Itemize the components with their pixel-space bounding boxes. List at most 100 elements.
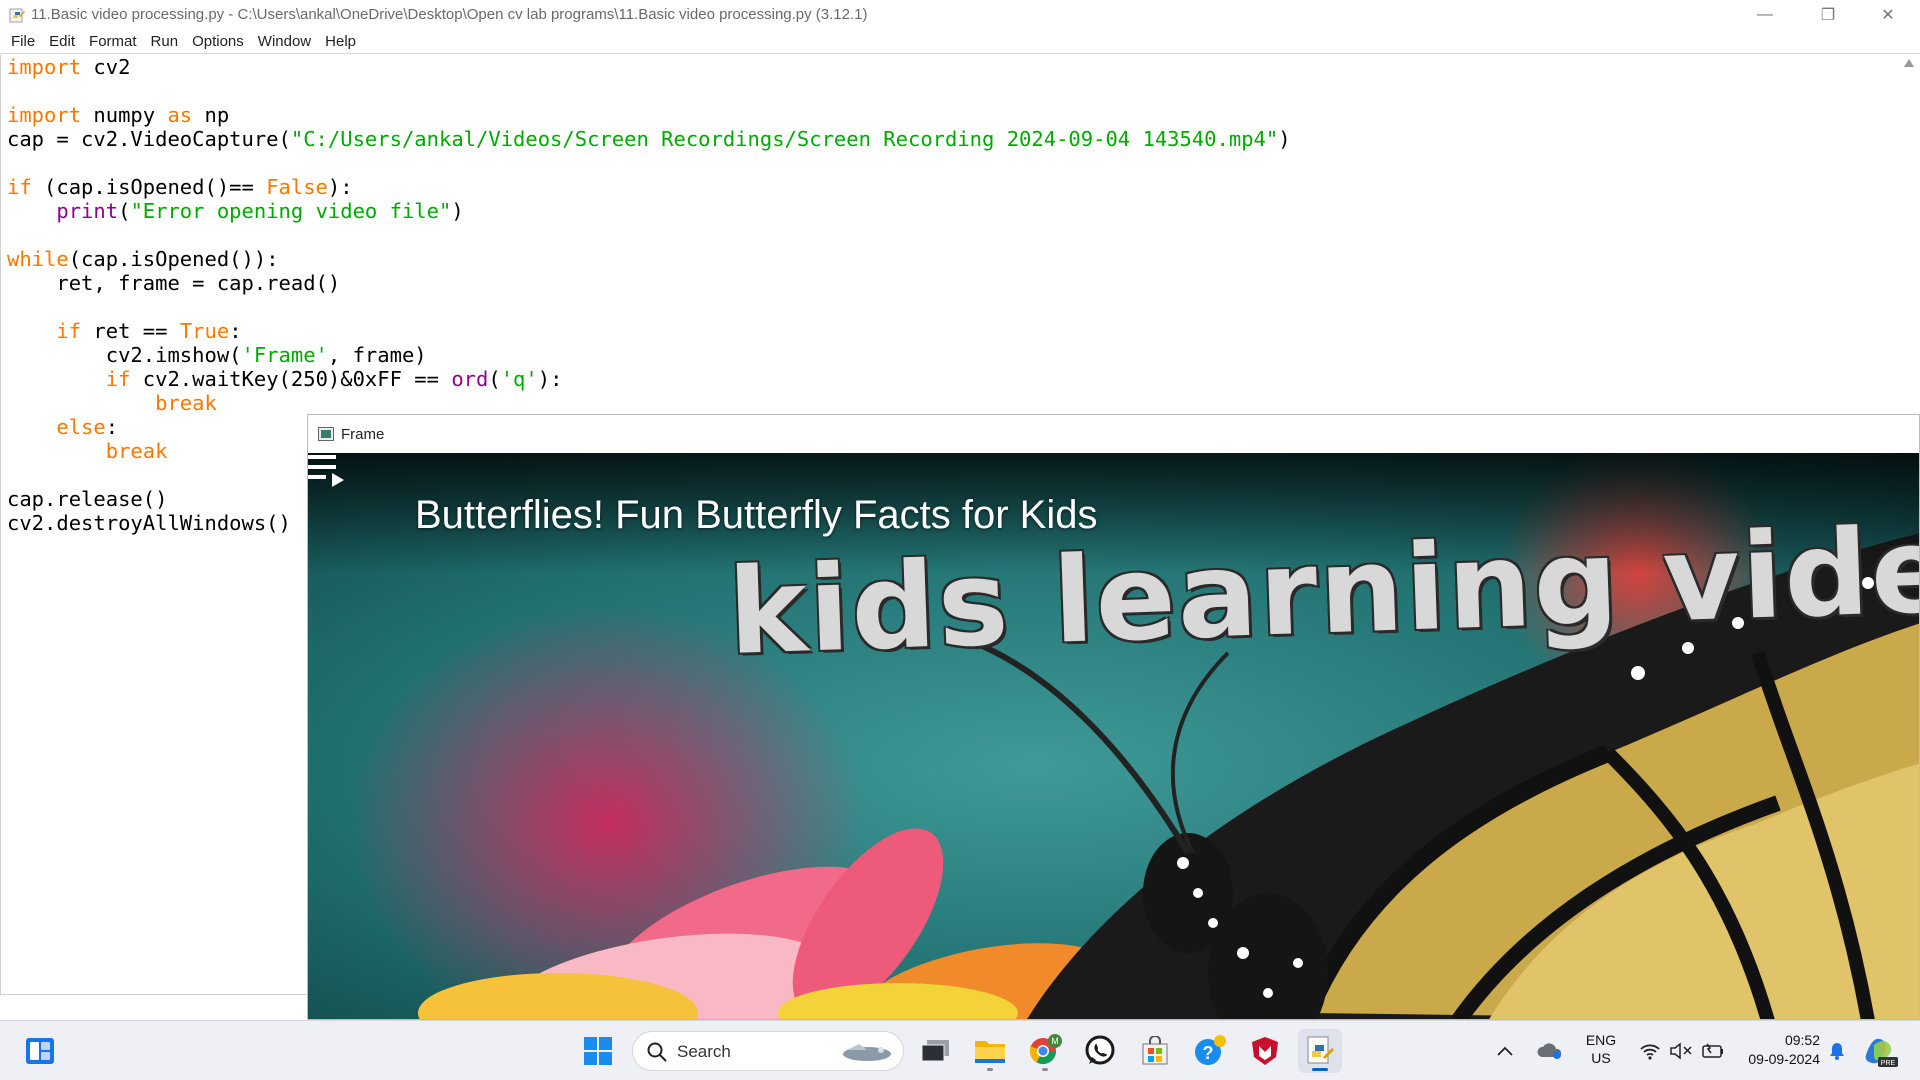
code-token: cv2.imshow( [7, 343, 242, 367]
start-button[interactable] [576, 1029, 620, 1073]
code-token: if [56, 319, 82, 343]
code-line[interactable]: cv2.imshow('Frame', frame) [7, 343, 1291, 367]
code-token: ( [118, 199, 131, 223]
menu-window[interactable]: Window [251, 31, 318, 52]
menu-format[interactable]: Format [82, 31, 144, 52]
clock[interactable]: 09:52 09-09-2024 [1728, 1031, 1820, 1069]
python-idle-taskbar-button[interactable] [1298, 1029, 1342, 1073]
bell-icon [1830, 1043, 1844, 1060]
restore-icon: ❐ [1820, 6, 1836, 24]
copilot-icon: PRE [1865, 1038, 1898, 1067]
chevron-up-icon [1497, 1046, 1513, 1056]
frame-window-title: Frame [341, 425, 385, 443]
code-line[interactable] [7, 295, 1291, 319]
copilot-preview-badge: PRE [1881, 1060, 1896, 1067]
menu-file[interactable]: File [4, 31, 42, 52]
menu-options[interactable]: Options [185, 31, 251, 52]
code-token: "Error opening video file" [130, 199, 452, 223]
battery-charging-icon [1702, 1043, 1723, 1058]
whatsapp-icon [1085, 1035, 1115, 1065]
code-token: break [105, 439, 168, 463]
folder-icon [975, 1041, 1005, 1063]
restore-button[interactable]: ❐ [1800, 0, 1856, 29]
code-token: "C:/Users/ankal/Videos/Screen Recordings… [290, 127, 1279, 151]
code-token: cap.release() [7, 487, 168, 511]
code-line[interactable]: import numpy as np [7, 103, 1291, 127]
get-help-button[interactable]: ? [1188, 1029, 1232, 1073]
code-line[interactable]: while(cap.isOpened()): [7, 247, 1291, 271]
code-line[interactable]: if (cap.isOpened()== False): [7, 175, 1291, 199]
mcafee-button[interactable] [1243, 1029, 1287, 1073]
code-line[interactable] [7, 151, 1291, 175]
menu-edit[interactable]: Edit [42, 31, 82, 52]
code-token: while [7, 247, 69, 271]
language-indicator[interactable]: ENG US [1578, 1031, 1624, 1067]
menu-help[interactable]: Help [318, 31, 363, 52]
chrome-icon: M [1029, 1034, 1062, 1065]
notifications-button[interactable] [1822, 1029, 1852, 1073]
minimize-icon: — [1757, 5, 1773, 23]
running-indicator [1042, 1068, 1048, 1071]
menu-run[interactable]: Run [144, 31, 186, 52]
code-line[interactable]: break [7, 391, 1291, 415]
whatsapp-button[interactable] [1078, 1029, 1122, 1073]
onedrive-cloud-icon [1537, 1043, 1562, 1059]
code-token: , frame) [327, 343, 427, 367]
code-token: cv2.destroyAllWindows() [7, 511, 291, 535]
code-line[interactable]: if cv2.waitKey(250)&0xFF == ord('q'): [7, 367, 1291, 391]
svg-text:?: ? [1203, 1043, 1214, 1063]
running-indicator [987, 1068, 993, 1071]
code-line[interactable]: cap = cv2.VideoCapture("C:/Users/ankal/V… [7, 127, 1291, 151]
close-icon: ✕ [1881, 6, 1895, 24]
code-token: ): [537, 367, 563, 391]
code-line[interactable]: import cv2 [7, 55, 1291, 79]
code-token: else [56, 415, 106, 439]
widgets-icon [26, 1038, 54, 1064]
taskbar-search-box[interactable]: Search [632, 1031, 904, 1071]
microsoft-store-button[interactable] [1133, 1029, 1177, 1073]
code-token: import [7, 103, 82, 127]
code-line[interactable]: print("Error opening video file") [7, 199, 1291, 223]
code-token: ret == [81, 319, 180, 343]
quick-settings-button[interactable] [1632, 1029, 1732, 1073]
language-label: ENG [1585, 1032, 1617, 1048]
code-token: ( [488, 367, 501, 391]
minimize-button[interactable]: — [1737, 0, 1793, 29]
video-title: Butterflies! Fun Butterfly Facts for Kid… [415, 493, 1098, 537]
code-line[interactable] [7, 223, 1291, 247]
code-token: if [105, 367, 131, 391]
scroll-up-arrow-icon[interactable] [1904, 59, 1914, 67]
active-indicator [1312, 1068, 1328, 1071]
search-label: Search [677, 1042, 731, 1061]
video-frame: kids learning videos pres Butterflies! F… [308, 453, 1919, 1019]
clock-date: 09-09-2024 [1748, 1051, 1820, 1067]
chrome-button[interactable]: M [1023, 1029, 1067, 1073]
show-hidden-icons-button[interactable] [1490, 1029, 1520, 1073]
task-view-button[interactable] [914, 1029, 958, 1073]
code-line[interactable] [7, 79, 1291, 103]
onedrive-button[interactable] [1532, 1029, 1568, 1073]
code-token: import [7, 55, 82, 79]
file-explorer-button[interactable] [968, 1029, 1012, 1073]
mcafee-shield-icon [1252, 1037, 1278, 1065]
code-token: cv2 [81, 55, 131, 79]
code-token: ord [451, 367, 489, 391]
copilot-button[interactable]: PRE [1860, 1029, 1900, 1073]
close-button[interactable]: ✕ [1860, 0, 1916, 29]
frame-window[interactable]: Frame kids learning videos Butterflies! … [307, 414, 1920, 1020]
code-token: as [167, 103, 193, 127]
window-title: 11.Basic video processing.py - C:\Users\… [31, 6, 868, 23]
code-line[interactable]: if ret == True: [7, 319, 1291, 343]
frame-titlebar[interactable]: Frame [308, 415, 1919, 453]
chrome-profile-badge: M [1051, 1036, 1059, 1046]
region-label: US [1591, 1050, 1611, 1066]
volume-muted-icon [1670, 1042, 1692, 1060]
code-token: ) [1278, 127, 1291, 151]
code-line[interactable]: ret, frame = cap.read() [7, 271, 1291, 295]
widgets-button[interactable] [18, 1029, 62, 1073]
clock-time: 09:52 [1784, 1032, 1820, 1048]
code-token: True [179, 319, 230, 343]
